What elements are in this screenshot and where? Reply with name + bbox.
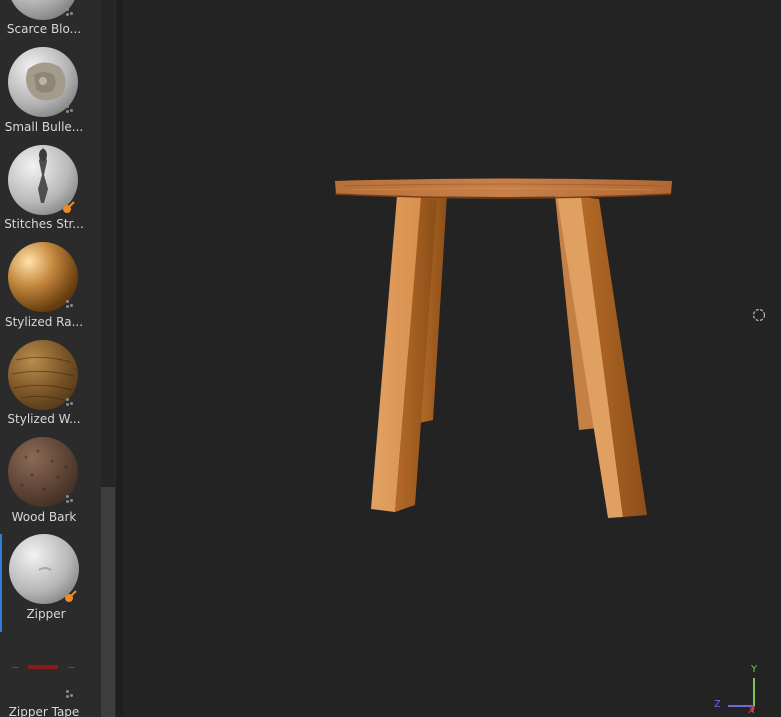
material-item-zipper-tape[interactable]: Zipper Tape	[0, 632, 100, 717]
material-item-stylized-ra[interactable]: Stylized Ra...	[0, 242, 100, 340]
3d-viewport[interactable]	[123, 0, 781, 717]
material-item-small-bullet[interactable]: Small Bulle...	[0, 47, 100, 145]
scrollbar-thumb[interactable]	[101, 487, 115, 717]
panel-divider[interactable]	[116, 0, 123, 717]
paint-brush-icon	[65, 590, 77, 602]
axis-x-label: X	[748, 705, 755, 716]
orbit-rotate-icon[interactable]	[751, 307, 767, 323]
material-label: Zipper	[26, 607, 66, 621]
material-label: Stitches Str...	[4, 217, 84, 231]
axis-z-label: Z	[714, 699, 721, 710]
settings-dots-icon	[66, 495, 76, 503]
settings-dots-icon	[66, 8, 76, 16]
stool-model	[334, 178, 672, 518]
stool-seat	[335, 178, 672, 197]
material-label: Small Bulle...	[4, 120, 84, 134]
material-library-panel: Scarce Blo... Small Bulle... Stitches St…	[0, 0, 116, 717]
material-item-wood-bark[interactable]: Wood Bark	[0, 437, 100, 535]
settings-dots-icon	[66, 105, 76, 113]
settings-dots-icon	[66, 398, 76, 406]
axis-gizmo: Y Z X	[708, 660, 768, 717]
material-label: Wood Bark	[11, 510, 77, 524]
material-label: Scarce Blo...	[6, 22, 82, 36]
material-label: Stylized Ra...	[4, 315, 84, 329]
paint-brush-icon	[63, 201, 75, 213]
material-item-zipper[interactable]: Zipper	[0, 534, 100, 632]
material-item-stylized-wood[interactable]: Stylized W...	[0, 340, 100, 438]
material-label: Zipper Tape	[8, 705, 80, 717]
settings-dots-icon	[66, 300, 76, 308]
material-item-stitches-strap[interactable]: Stitches Str...	[0, 145, 100, 243]
material-item-scarce-blood[interactable]: Scarce Blo...	[0, 0, 100, 48]
material-label: Stylized W...	[7, 412, 81, 426]
axis-y-label: Y	[751, 664, 758, 675]
settings-dots-icon	[66, 690, 76, 698]
